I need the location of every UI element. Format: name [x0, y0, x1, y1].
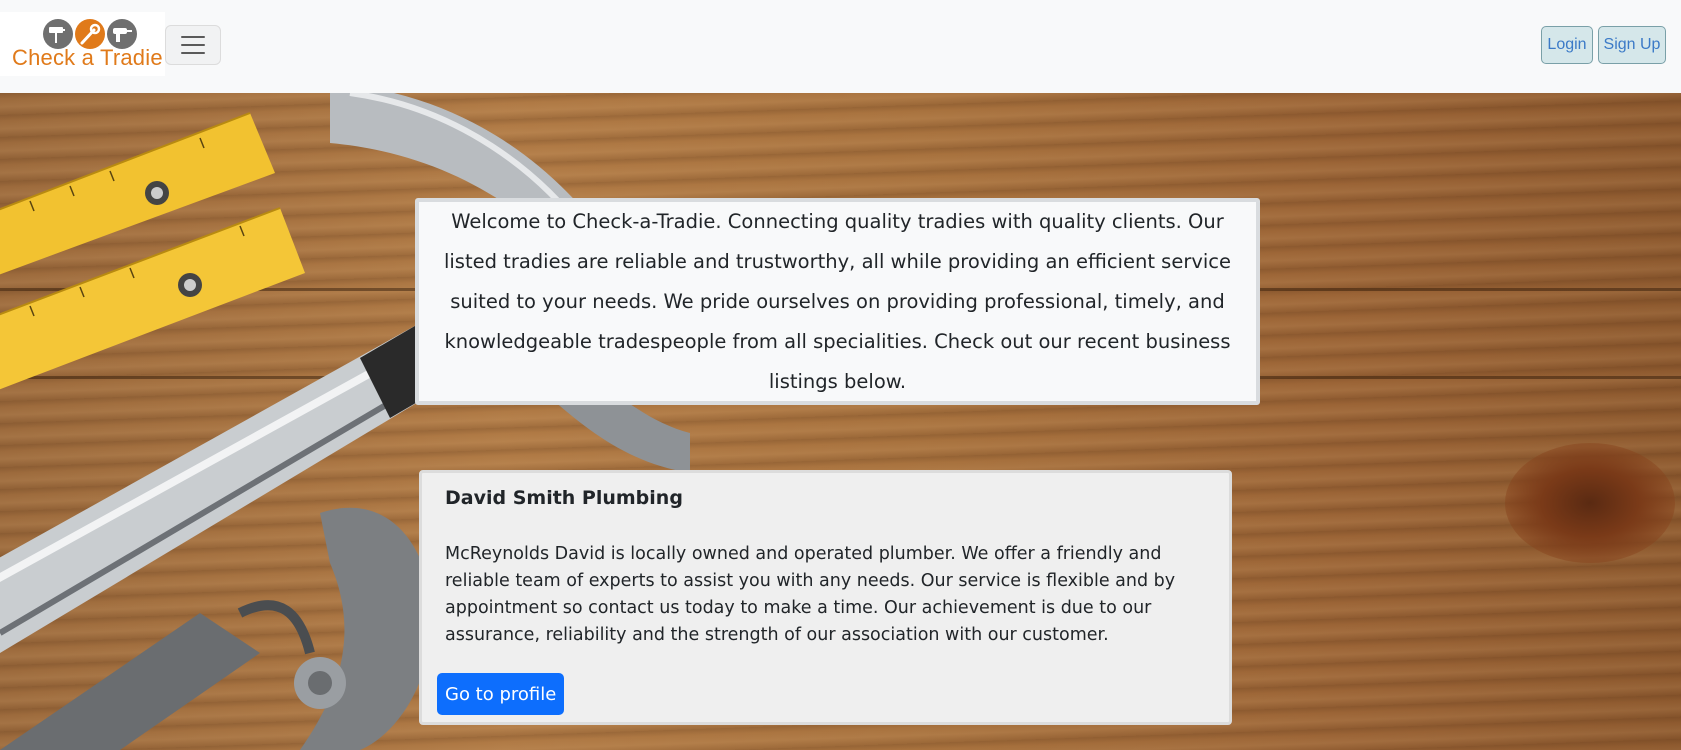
login-button[interactable]: Login: [1541, 26, 1593, 64]
brand-name: Check a Tradie: [12, 45, 163, 70]
signup-button[interactable]: Sign Up: [1598, 26, 1666, 64]
listing-description: McReynolds David is locally owned and op…: [445, 544, 1176, 645]
hamburger-icon: [181, 36, 205, 54]
menu-toggle-button[interactable]: [165, 25, 221, 65]
brand-logo[interactable]: Check a Tradie: [0, 12, 165, 76]
navbar: Check a Tradie Login Sign Up: [0, 0, 1681, 93]
listing-title: David Smith Plumbing: [445, 487, 683, 509]
wood-knot: [1505, 443, 1675, 563]
welcome-text: Welcome to Check-a-Tradie. Connecting qu…: [443, 209, 1232, 393]
go-to-profile-button[interactable]: Go to profile: [437, 673, 565, 715]
listing-card: David Smith Plumbing McReynolds David is…: [419, 470, 1232, 725]
welcome-card: Welcome to Check-a-Tradie. Connecting qu…: [415, 198, 1260, 405]
